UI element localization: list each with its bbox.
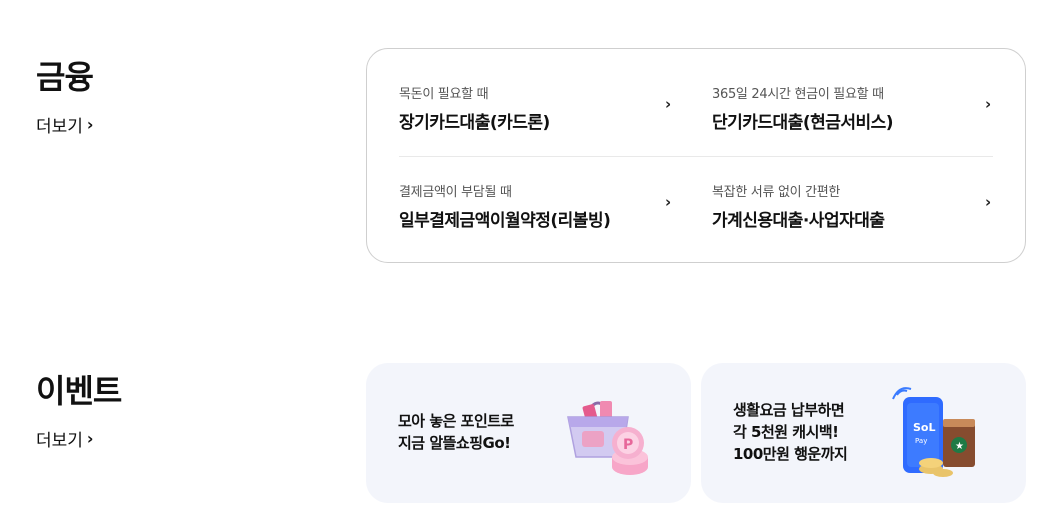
event-text-line: 지금 알뜰쇼핑Go!	[398, 434, 511, 452]
event-text-line: 모아 놓은 포인트로	[398, 412, 514, 430]
event-text-line: 100만원 행운까지	[733, 445, 848, 463]
event-section-title: 이벤트	[36, 372, 122, 410]
finance-item-cash-service[interactable]: 365일 24시간 현금이 필요할 때 단기카드대출(현금서비스) ›	[712, 83, 1002, 143]
finance-item-sub: 결제금액이 부담될 때	[399, 185, 512, 200]
svg-text:SoL: SoL	[913, 421, 936, 434]
finance-item-credit-loan[interactable]: 복잡한 서류 없이 간편한 가계신용대출·사업자대출 ›	[712, 181, 1002, 241]
event-more-link[interactable]: 더보기 ›	[36, 426, 94, 451]
finance-more-label: 더보기	[36, 117, 83, 137]
finance-item-revolving[interactable]: 결제금액이 부담될 때 일부결제금액이월약정(리볼빙) ›	[399, 181, 689, 241]
finance-divider	[399, 156, 993, 157]
chevron-right-icon: ›	[985, 95, 992, 113]
svg-text:★: ★	[955, 441, 964, 452]
finance-item-main: 가계신용대출·사업자대출	[712, 211, 885, 231]
phone-pay-coffee-illustration: SoL Pay ★	[892, 387, 975, 477]
event-card-text: 모아 놓은 포인트로 지금 알뜰쇼핑Go!	[398, 410, 514, 454]
svg-text:Pay: Pay	[915, 437, 927, 445]
event-more-label: 더보기	[36, 431, 83, 451]
finance-item-main: 단기카드대출(현금서비스)	[712, 113, 894, 133]
finance-item-sub: 365일 24시간 현금이 필요할 때	[712, 87, 884, 102]
chevron-right-icon: ›	[86, 115, 94, 134]
finance-item-sub: 복잡한 서류 없이 간편한	[712, 185, 841, 200]
chevron-right-icon: ›	[985, 193, 992, 211]
finance-item-card-loan[interactable]: 목돈이 필요할 때 장기카드대출(카드론) ›	[399, 83, 689, 143]
finance-item-main: 일부결제금액이월약정(리볼빙)	[399, 211, 611, 231]
event-text-line: 각 5천원 캐시백!	[733, 423, 839, 441]
event-card-bill-cashback[interactable]: 생활요금 납부하면 각 5천원 캐시백! 100만원 행운까지 SoL Pay …	[701, 363, 1026, 503]
event-card-points-shopping[interactable]: 모아 놓은 포인트로 지금 알뜰쇼핑Go! P	[366, 363, 691, 503]
chevron-right-icon: ›	[665, 95, 672, 113]
finance-item-main: 장기카드대출(카드론)	[399, 113, 550, 133]
event-text-line: 생활요금 납부하면	[733, 401, 845, 419]
shopping-bag-points-illustration: P	[567, 401, 648, 475]
chevron-right-icon: ›	[665, 193, 672, 211]
event-card-text: 생활요금 납부하면 각 5천원 캐시백! 100만원 행운까지	[733, 399, 848, 465]
finance-item-sub: 목돈이 필요할 때	[399, 87, 489, 102]
finance-section-title: 금융	[36, 58, 94, 96]
svg-text:P: P	[623, 437, 633, 453]
finance-more-link[interactable]: 더보기 ›	[36, 112, 94, 137]
finance-menu-card: 목돈이 필요할 때 장기카드대출(카드론) › 365일 24시간 현금이 필요…	[366, 48, 1026, 263]
chevron-right-icon: ›	[86, 429, 94, 448]
